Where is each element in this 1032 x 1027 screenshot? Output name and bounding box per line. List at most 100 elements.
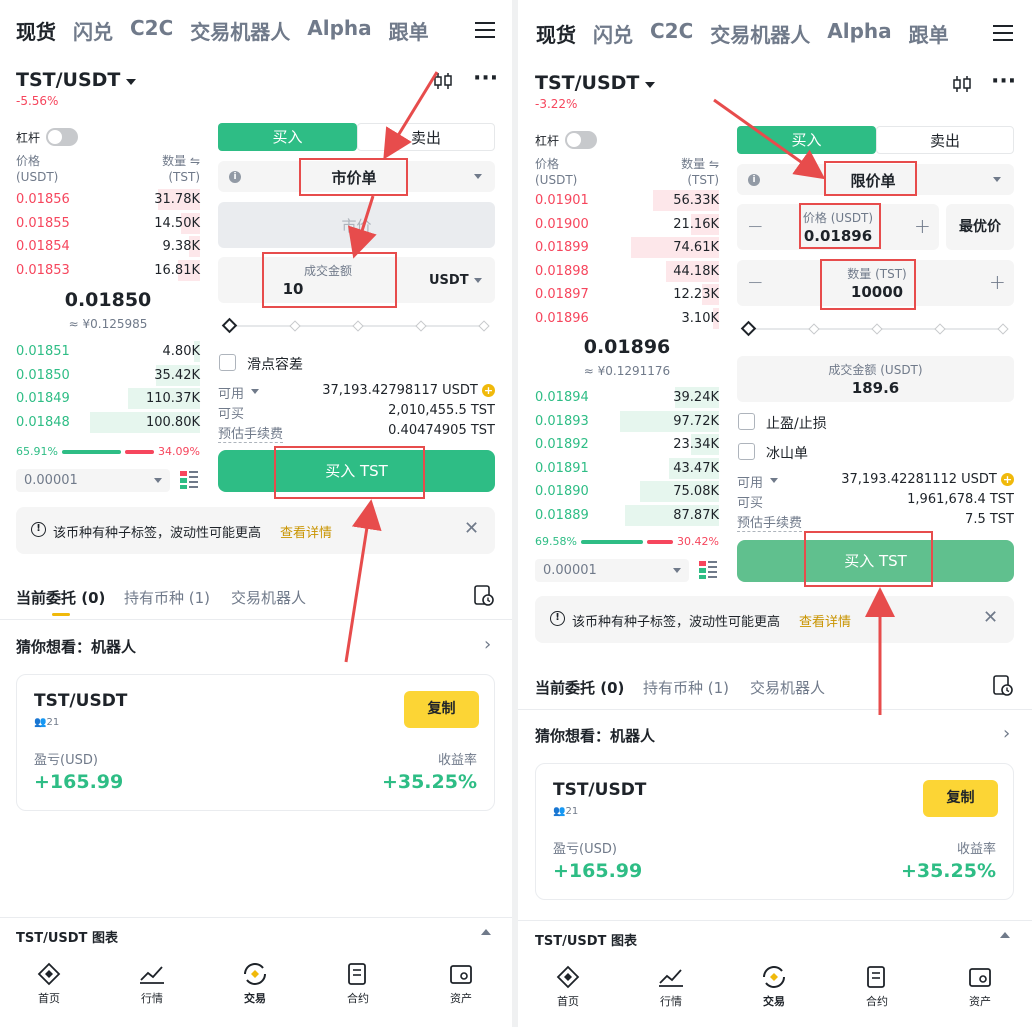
order-book-row[interactable]: 0.01856 31.78K xyxy=(16,188,200,211)
close-icon[interactable]: ✕ xyxy=(464,518,479,539)
plus-icon[interactable]: + xyxy=(914,214,931,238)
total-field[interactable]: 成交金额 (USDT) 189.6 xyxy=(737,356,1014,402)
tab-open-orders[interactable]: 当前委托 (0) xyxy=(16,587,105,608)
slider-handle[interactable] xyxy=(221,317,238,334)
tab-holdings[interactable]: 持有币种 (1) xyxy=(643,677,729,698)
leverage-toggle[interactable] xyxy=(565,131,597,149)
nav-c2c[interactable]: C2C xyxy=(650,19,693,48)
chevron-up-icon[interactable] xyxy=(481,929,491,935)
order-book-row[interactable]: 0.01848 100.80K xyxy=(16,411,200,434)
book-layout-icon[interactable] xyxy=(180,471,198,489)
book-qty-header[interactable]: 数量 ⇋ (TST) xyxy=(659,156,719,188)
bottom-nav-trade[interactable]: 交易 xyxy=(231,962,279,1006)
nav-convert[interactable]: 闪兑 xyxy=(73,16,113,45)
slippage-checkbox[interactable] xyxy=(219,354,236,371)
candlestick-icon[interactable] xyxy=(433,72,453,90)
order-book-row[interactable]: 0.01849 110.37K xyxy=(16,387,200,410)
bot-card[interactable]: TST/USDT 👥21 复制 盈亏(USD) +165.99 收益率 +35.… xyxy=(535,763,1014,900)
minus-icon[interactable]: − xyxy=(747,214,764,238)
sell-tab[interactable]: 卖出 xyxy=(876,126,1014,154)
tab-bots[interactable]: 交易机器人 xyxy=(231,587,306,608)
menu-icon[interactable] xyxy=(475,22,495,38)
order-book-row[interactable]: 0.01850 35.42K xyxy=(16,364,200,387)
order-book-row[interactable]: 0.01891 43.47K xyxy=(535,457,719,480)
order-history-icon[interactable] xyxy=(473,585,495,607)
leverage-toggle[interactable] xyxy=(46,128,78,146)
bot-card[interactable]: TST/USDT 👥21 复制 盈亏(USD) +165.99 收益率 +35.… xyxy=(16,674,495,811)
candlestick-icon[interactable] xyxy=(952,75,972,93)
chart-toggle-label[interactable]: TST/USDT 图表 xyxy=(535,930,637,949)
bottom-nav-markets[interactable]: 行情 xyxy=(128,962,176,1006)
buy-tab[interactable]: 买入 xyxy=(737,126,876,154)
book-layout-icon[interactable] xyxy=(699,561,717,579)
nav-c2c[interactable]: C2C xyxy=(130,16,173,45)
plus-icon[interactable]: + xyxy=(989,270,1006,294)
buy-tab[interactable]: 买入 xyxy=(218,123,357,151)
notice-link[interactable]: 查看详情 xyxy=(280,522,332,541)
nav-spot[interactable]: 现货 xyxy=(536,19,576,48)
pair-selector[interactable]: TST/USDT xyxy=(535,72,656,94)
notice-link[interactable]: 查看详情 xyxy=(799,611,851,630)
bottom-nav-assets[interactable]: 资产 xyxy=(437,962,485,1006)
sell-tab[interactable]: 卖出 xyxy=(357,123,495,151)
order-book-row[interactable]: 0.01896 3.10K xyxy=(535,307,719,330)
tab-holdings[interactable]: 持有币种 (1) xyxy=(124,587,210,608)
iceberg-checkbox[interactable] xyxy=(738,443,755,460)
bottom-nav-home[interactable]: 首页 xyxy=(25,962,73,1006)
chart-toggle-label[interactable]: TST/USDT 图表 xyxy=(16,927,118,946)
pair-selector[interactable]: TST/USDT xyxy=(16,69,137,91)
precision-select[interactable]: 0.00001 xyxy=(16,469,170,492)
order-book-row[interactable]: 0.01900 21.16K xyxy=(535,213,719,236)
copy-button[interactable]: 复制 xyxy=(923,780,998,817)
order-book-row[interactable]: 0.01854 9.38K xyxy=(16,235,200,258)
nav-copy[interactable]: 跟单 xyxy=(909,19,949,48)
best-price-button[interactable]: 最优价 xyxy=(946,204,1014,250)
copy-button[interactable]: 复制 xyxy=(404,691,479,728)
bottom-nav-assets[interactable]: 资产 xyxy=(956,965,1004,1009)
nav-spot[interactable]: 现货 xyxy=(16,16,56,45)
bottom-nav-futures[interactable]: 合约 xyxy=(853,965,901,1009)
tp-sl-checkbox[interactable] xyxy=(738,413,755,430)
nav-bots[interactable]: 交易机器人 xyxy=(190,16,290,45)
minus-icon[interactable]: − xyxy=(747,270,764,294)
more-icon[interactable]: ··· xyxy=(991,71,1016,93)
order-book-row[interactable]: 0.01851 4.80K xyxy=(16,340,200,363)
precision-select[interactable]: 0.00001 xyxy=(535,559,689,582)
book-qty-header[interactable]: 数量 ⇋ (TST) xyxy=(140,153,200,185)
tab-bots[interactable]: 交易机器人 xyxy=(750,677,825,698)
nav-convert[interactable]: 闪兑 xyxy=(593,19,633,48)
add-funds-icon[interactable]: + xyxy=(1001,473,1014,486)
amount-unit[interactable]: USDT xyxy=(429,273,469,288)
chevron-up-icon[interactable] xyxy=(1000,932,1010,938)
more-icon[interactable]: ··· xyxy=(473,68,498,90)
chevron-right-icon[interactable]: › xyxy=(1003,723,1010,744)
bottom-nav-home[interactable]: 首页 xyxy=(544,965,592,1009)
order-book-row[interactable]: 0.01889 87.87K xyxy=(535,504,719,527)
nav-bots[interactable]: 交易机器人 xyxy=(710,19,810,48)
order-book-row[interactable]: 0.01899 74.61K xyxy=(535,236,719,259)
order-history-icon[interactable] xyxy=(992,675,1014,697)
slider-handle[interactable] xyxy=(740,320,757,337)
nav-copy[interactable]: 跟单 xyxy=(389,16,429,45)
order-book-row[interactable]: 0.01894 39.24K xyxy=(535,386,719,409)
order-book-row[interactable]: 0.01893 97.72K xyxy=(535,410,719,433)
recommend-row[interactable]: 猜你想看：机器人 xyxy=(16,636,136,657)
bottom-nav-markets[interactable]: 行情 xyxy=(647,965,695,1009)
order-book-row[interactable]: 0.01897 12.23K xyxy=(535,283,719,306)
order-book-row[interactable]: 0.01901 56.33K xyxy=(535,189,719,212)
order-book-row[interactable]: 0.01892 23.34K xyxy=(535,433,719,456)
close-icon[interactable]: ✕ xyxy=(983,607,998,628)
chevron-right-icon[interactable]: › xyxy=(484,634,491,655)
nav-alpha[interactable]: Alpha xyxy=(307,16,371,45)
bottom-nav-trade[interactable]: 交易 xyxy=(750,965,798,1009)
nav-alpha[interactable]: Alpha xyxy=(827,19,891,48)
order-book-row[interactable]: 0.01898 44.18K xyxy=(535,260,719,283)
bottom-nav-futures[interactable]: 合约 xyxy=(334,962,382,1006)
order-book-row[interactable]: 0.01853 16.81K xyxy=(16,259,200,282)
add-funds-icon[interactable]: + xyxy=(482,384,495,397)
recommend-row[interactable]: 猜你想看：机器人 xyxy=(535,725,655,746)
order-book-row[interactable]: 0.01855 14.50K xyxy=(16,212,200,235)
tab-open-orders[interactable]: 当前委托 (0) xyxy=(535,677,624,698)
menu-icon[interactable] xyxy=(993,25,1013,41)
order-book-row[interactable]: 0.01890 75.08K xyxy=(535,480,719,503)
